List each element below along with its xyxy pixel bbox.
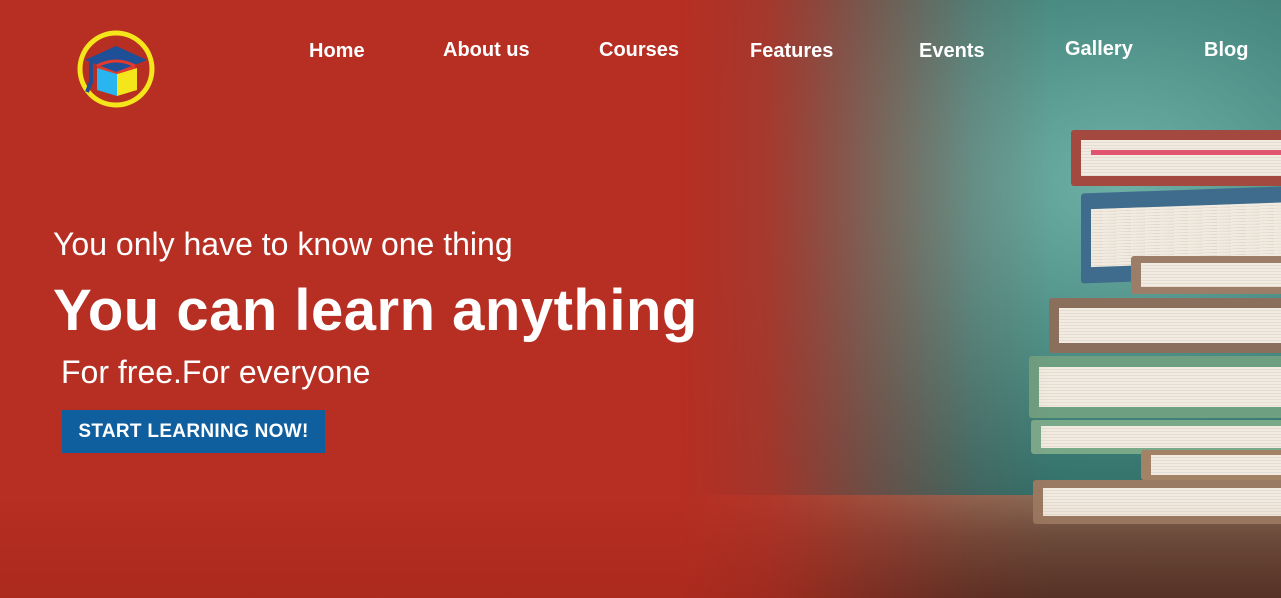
nav-blog-link[interactable]: Blog [1204, 39, 1248, 62]
start-learning-button[interactable]: START LEARNING NOW! [62, 410, 325, 453]
hero-subline: For free.For everyone [61, 354, 371, 390]
hero-banner: Home About us Courses Features Events Ga… [0, 0, 1281, 598]
nav-events-link[interactable]: Events [919, 40, 985, 63]
nav-features-link[interactable]: Features [750, 40, 833, 63]
hero-headline: You can learn anything [53, 278, 698, 343]
nav-about-link[interactable]: About us [443, 39, 530, 62]
nav-courses-link[interactable]: Courses [599, 39, 679, 62]
graduation-cap-logo-icon[interactable] [77, 30, 155, 108]
hero-tagline: You only have to know one thing [53, 226, 513, 262]
nav-gallery-link[interactable]: Gallery [1065, 38, 1133, 61]
bottom-shade [0, 498, 1281, 598]
nav-home-link[interactable]: Home [309, 40, 365, 63]
